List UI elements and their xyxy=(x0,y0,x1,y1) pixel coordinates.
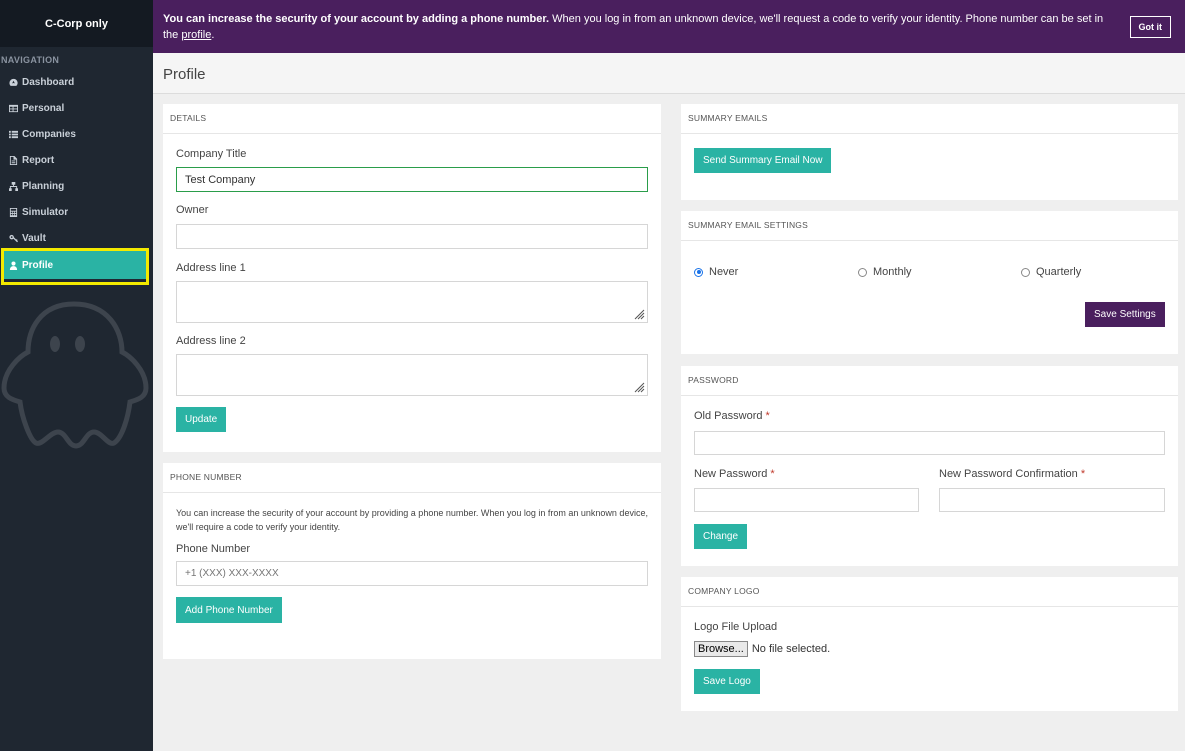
sidebar-item-label: Dashboard xyxy=(22,76,75,88)
radio-never[interactable]: Never xyxy=(694,266,738,278)
company-logo-panel: COMPANY LOGO Logo File Upload Browse... … xyxy=(681,577,1178,711)
sidebar-item-label: Companies xyxy=(22,128,76,140)
sidebar-item-label: Vault xyxy=(22,232,46,244)
security-banner: You can increase the security of your ac… xyxy=(153,0,1185,53)
sidebar-item-label: Profile xyxy=(22,259,54,271)
sitemap-icon xyxy=(8,181,18,191)
phone-heading: PHONE NUMBER xyxy=(163,463,661,493)
brand-title: C-Corp only xyxy=(0,0,153,47)
radio-button[interactable] xyxy=(694,267,703,277)
summary-emails-panel: SUMMARY EMAILS Send Summary Email Now xyxy=(681,104,1178,200)
owner-input[interactable] xyxy=(176,224,648,249)
sidebar-item-companies[interactable]: Companies xyxy=(0,121,153,147)
calculator-icon xyxy=(8,207,18,217)
change-password-button[interactable]: Change xyxy=(694,524,748,549)
address1-textarea[interactable] xyxy=(176,281,648,323)
password-panel: PASSWORD Old Password * New Password * N… xyxy=(681,366,1178,566)
resize-handle-icon[interactable] xyxy=(633,381,645,393)
banner-bold-text: You can increase the security of your ac… xyxy=(163,13,550,25)
table-icon xyxy=(8,104,18,113)
radio-quarterly[interactable]: Quarterly xyxy=(1021,266,1081,278)
company-title-label: Company Title xyxy=(176,148,247,160)
summary-emails-heading: SUMMARY EMAILS xyxy=(681,104,1178,134)
summary-settings-heading: SUMMARY EMAIL SETTINGS xyxy=(681,211,1178,241)
sidebar-item-label: Simulator xyxy=(22,206,69,218)
address2-label: Address line 2 xyxy=(176,335,246,347)
details-panel: DETAILS Company Title Owner Address line… xyxy=(163,104,661,452)
new-password-input[interactable] xyxy=(694,488,919,512)
ghost-logo xyxy=(1,301,149,449)
sidebar-item-personal[interactable]: Personal xyxy=(0,95,153,121)
phone-input[interactable] xyxy=(176,561,648,586)
phone-label: Phone Number xyxy=(176,543,250,555)
phone-panel: PHONE NUMBER You can increase the securi… xyxy=(163,463,661,659)
address2-textarea[interactable] xyxy=(176,354,648,396)
file-input[interactable]: Browse... No file selected. xyxy=(694,641,830,657)
page-title-bar: Profile xyxy=(153,53,1185,94)
banner-end: . xyxy=(211,29,215,41)
radio-monthly[interactable]: Monthly xyxy=(858,266,912,278)
sidebar-item-label: Report xyxy=(22,154,55,166)
company-title-input[interactable] xyxy=(176,167,648,192)
sidebar-item-simulator[interactable]: Simulator xyxy=(0,199,153,225)
company-logo-heading: COMPANY LOGO xyxy=(681,577,1178,607)
page-title: Profile xyxy=(163,66,206,83)
resize-handle-icon[interactable] xyxy=(633,308,645,320)
browse-button[interactable]: Browse... xyxy=(694,641,748,657)
new-password-label: New Password * xyxy=(694,468,775,480)
update-button[interactable]: Update xyxy=(176,407,227,432)
nav-header: NAVIGATION xyxy=(1,55,60,65)
sidebar-item-report[interactable]: Report xyxy=(0,147,153,173)
list-icon xyxy=(8,130,18,139)
sidebar-item-label: Planning xyxy=(22,180,65,192)
user-icon xyxy=(8,260,18,270)
password-heading: PASSWORD xyxy=(681,366,1178,396)
logo-upload-label: Logo File Upload xyxy=(694,621,778,633)
radio-label: Monthly xyxy=(873,266,912,278)
radio-button[interactable] xyxy=(1021,267,1030,277)
report-icon xyxy=(8,155,18,165)
dashboard-icon xyxy=(8,78,18,87)
send-summary-button[interactable]: Send Summary Email Now xyxy=(694,148,832,173)
sidebar-item-vault[interactable]: Vault xyxy=(0,225,153,251)
no-file-text: No file selected. xyxy=(751,643,831,655)
confirm-password-label: New Password Confirmation * xyxy=(939,468,1086,480)
sidebar-item-profile[interactable]: Profile xyxy=(3,251,148,279)
banner-profile-link[interactable]: profile xyxy=(181,29,211,41)
owner-label: Owner xyxy=(176,204,209,216)
old-password-label: Old Password * xyxy=(694,410,770,422)
key-icon xyxy=(8,234,18,243)
sidebar-item-label: Personal xyxy=(22,102,65,114)
radio-label: Quarterly xyxy=(1036,266,1082,278)
got-it-button[interactable]: Got it xyxy=(1129,16,1171,38)
sidebar-item-dashboard[interactable]: Dashboard xyxy=(0,69,153,95)
save-settings-button[interactable]: Save Settings xyxy=(1085,302,1165,327)
details-heading: DETAILS xyxy=(163,104,661,134)
old-password-input[interactable] xyxy=(694,431,1165,455)
radio-button[interactable] xyxy=(858,267,867,277)
address1-label: Address line 1 xyxy=(176,262,246,274)
summary-settings-panel: SUMMARY EMAIL SETTINGS Never Monthly Qua… xyxy=(681,211,1178,354)
save-logo-button[interactable]: Save Logo xyxy=(694,669,760,694)
radio-label: Never xyxy=(709,266,739,278)
confirm-password-input[interactable] xyxy=(939,488,1165,512)
sidebar-item-planning[interactable]: Planning xyxy=(0,173,153,199)
sidebar: C-Corp only NAVIGATION Dashboard Persona… xyxy=(0,0,153,751)
add-phone-button[interactable]: Add Phone Number xyxy=(176,597,282,623)
phone-description: You can increase the security of your ac… xyxy=(176,508,648,532)
